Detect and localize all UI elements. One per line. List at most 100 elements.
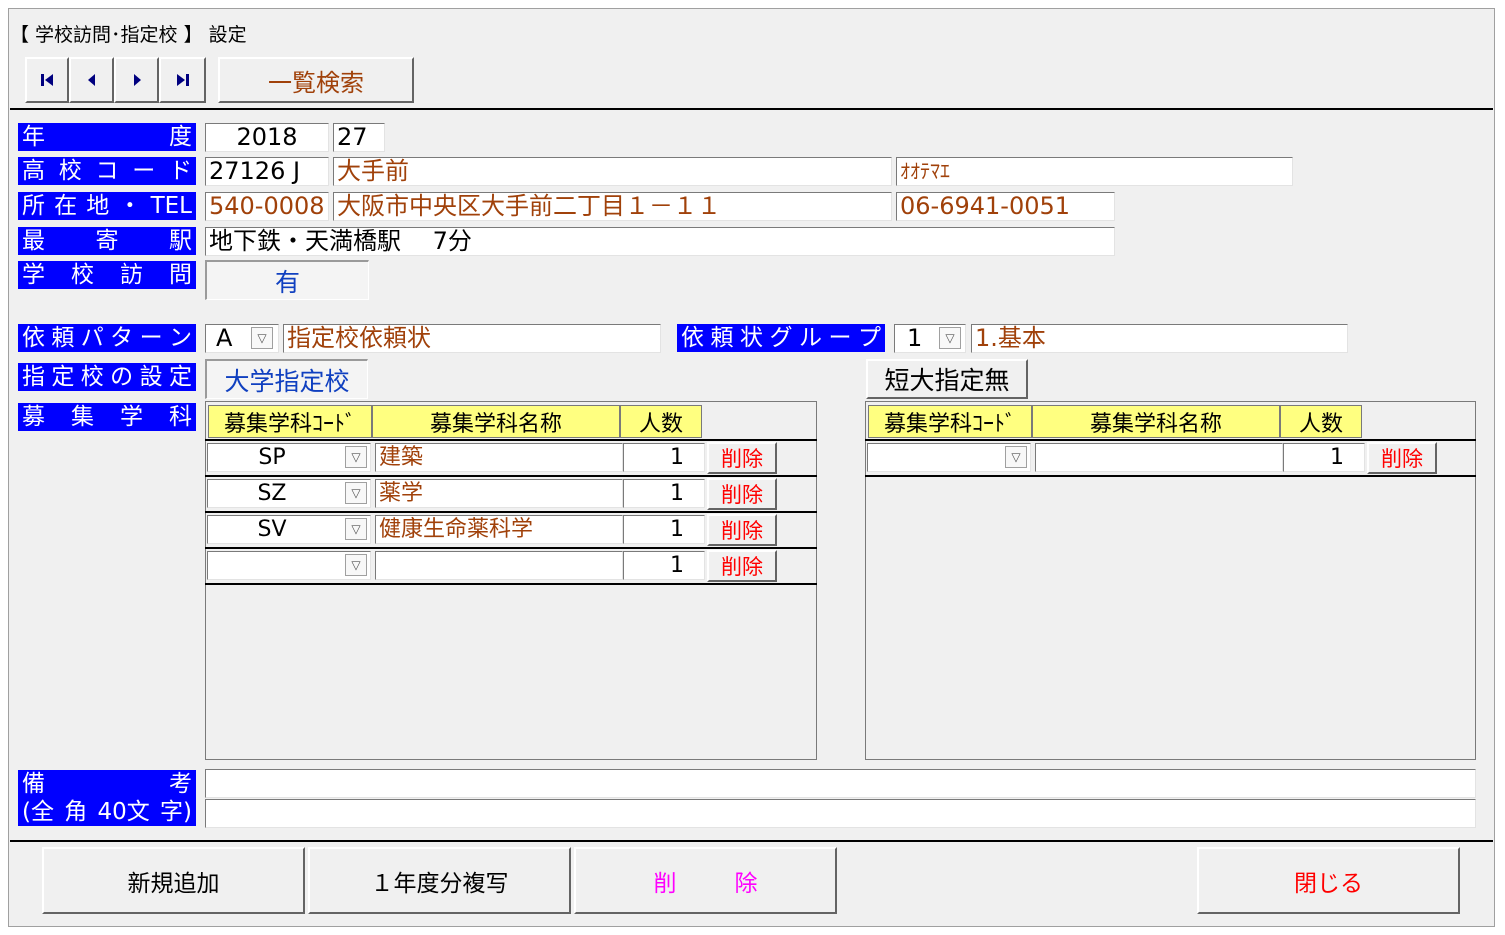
chevron-down-icon[interactable]: ▽	[251, 327, 273, 349]
remarks-field-1[interactable]	[205, 769, 1476, 798]
label-part: 依	[681, 325, 704, 351]
label-part: 依	[22, 325, 45, 351]
row-divider	[865, 439, 1476, 441]
first-icon	[41, 74, 53, 86]
label-part: グ	[769, 325, 793, 351]
label-letter-group: 依 頼 状 グ ル ー プ	[677, 324, 885, 352]
prev-icon	[87, 74, 95, 86]
label-part: コ	[95, 158, 119, 184]
school-kana-field[interactable]: ｵｵﾃﾏｴ	[896, 157, 1293, 186]
column-header-count: 人数	[620, 405, 702, 438]
label-part: 最	[22, 228, 45, 254]
row-divider	[205, 511, 817, 513]
department-name-field[interactable]: 建築	[375, 443, 623, 472]
label-part: ル	[799, 325, 822, 351]
year-number-field[interactable]: 27	[333, 123, 385, 152]
label-year-part: 年	[22, 124, 45, 150]
prev-record-button[interactable]	[69, 57, 114, 103]
delete-label-part: 除	[734, 870, 758, 897]
school-name-field[interactable]: 大手前	[333, 157, 892, 186]
department-count-field[interactable]: 1	[1283, 443, 1365, 472]
postal-code-field[interactable]: 540-0008	[205, 192, 329, 221]
label-part: 寄	[95, 228, 119, 254]
label-part: 備	[22, 771, 45, 797]
chevron-down-icon[interactable]: ▽	[1005, 446, 1027, 468]
next-record-button[interactable]	[114, 57, 159, 103]
department-count-field[interactable]: 1	[623, 551, 705, 580]
delete-record-button[interactable]: 削 除	[574, 847, 837, 914]
row-divider	[865, 475, 1476, 477]
chevron-down-icon[interactable]: ▽	[345, 518, 367, 540]
label-part: 集	[71, 404, 94, 430]
label-part: ・	[118, 193, 142, 219]
chevron-down-icon[interactable]: ▽	[345, 482, 367, 504]
visit-toggle[interactable]: 有	[205, 260, 369, 300]
label-part: 頼	[710, 325, 734, 351]
school-code-field[interactable]: 27126 J	[205, 157, 329, 186]
university-designation-toggle[interactable]: 大学指定校	[205, 359, 368, 399]
junior-college-designation-toggle[interactable]: 短大指定無	[866, 359, 1028, 399]
list-search-button[interactable]: 一覧検索	[218, 57, 414, 103]
label-part: ー	[139, 325, 163, 351]
pattern-name-field[interactable]: 指定校依頼状	[283, 324, 661, 353]
label-station: 最 寄 駅	[18, 227, 196, 255]
department-name-field[interactable]	[1035, 443, 1283, 472]
row-delete-button[interactable]: 削除	[707, 514, 777, 546]
column-header-code: 募集学科ｺｰﾄﾞ	[868, 405, 1032, 438]
label-part: ン	[168, 325, 192, 351]
chevron-down-icon[interactable]: ▽	[939, 327, 961, 349]
department-count-field[interactable]: 1	[623, 479, 705, 508]
year-field[interactable]: 2018	[205, 123, 329, 152]
address-field[interactable]: 大阪市中央区大手前二丁目１－１１	[333, 192, 892, 221]
column-header-count: 人数	[1280, 405, 1362, 438]
station-field[interactable]: 地下鉄・天満橋駅 7分	[205, 227, 1115, 256]
label-year: 年 度	[18, 123, 196, 151]
label-part: ド	[169, 158, 192, 184]
label-part: 所	[22, 193, 45, 219]
letter-group-name-field[interactable]: 1.基本	[971, 324, 1348, 353]
delete-label-part: 削	[653, 870, 677, 897]
row-divider	[205, 439, 817, 441]
remarks-field-2[interactable]	[205, 799, 1476, 828]
department-name-field[interactable]: 健康生命薬科学	[375, 515, 623, 544]
label-part: 角	[64, 799, 88, 825]
top-divider	[10, 108, 1493, 110]
label-part: 学	[120, 404, 143, 430]
label-address: 所 在 地 ・ TEL	[18, 192, 196, 220]
label-part: 科	[169, 404, 192, 430]
label-visit: 学 校 訪 問	[18, 261, 196, 289]
label-part: 設	[139, 364, 163, 390]
department-name-field[interactable]: 薬学	[375, 479, 623, 508]
column-header-name: 募集学科名称	[372, 405, 620, 438]
chevron-down-icon[interactable]: ▽	[345, 554, 367, 576]
next-icon	[133, 74, 141, 86]
label-part: 募	[22, 404, 45, 430]
label-remarks: 備 考	[18, 770, 196, 798]
pattern-select-value: A	[216, 324, 233, 352]
row-delete-button[interactable]: 削除	[707, 478, 777, 510]
label-part: 校	[71, 262, 94, 288]
label-school-code: 高 校 コ ー ド	[18, 157, 196, 185]
label-pattern: 依 頼 パ タ ー ン	[18, 324, 196, 352]
department-name-field[interactable]	[375, 551, 623, 580]
column-header-name: 募集学科名称	[1032, 405, 1280, 438]
department-count-field[interactable]: 1	[623, 443, 705, 472]
copy-year-button[interactable]: １年度分複写	[308, 847, 571, 914]
first-record-button[interactable]	[25, 57, 69, 103]
new-record-button[interactable]: 新規追加	[42, 847, 305, 914]
label-part: 40文	[97, 799, 150, 825]
last-record-button[interactable]	[159, 57, 206, 103]
department-count-field[interactable]: 1	[623, 515, 705, 544]
label-part: 頼	[51, 325, 75, 351]
close-button[interactable]: 閉じる	[1197, 847, 1460, 914]
label-part: 学	[22, 262, 45, 288]
row-delete-button[interactable]: 削除	[707, 442, 777, 474]
row-delete-button[interactable]: 削除	[707, 550, 777, 582]
row-delete-button[interactable]: 削除	[1367, 442, 1437, 474]
chevron-down-icon[interactable]: ▽	[345, 446, 367, 468]
tel-field[interactable]: 06-6941-0051	[896, 192, 1115, 221]
label-part: 地	[86, 193, 110, 219]
label-part: 校	[80, 364, 104, 390]
label-part: 定	[168, 364, 192, 390]
last-icon	[176, 74, 189, 86]
